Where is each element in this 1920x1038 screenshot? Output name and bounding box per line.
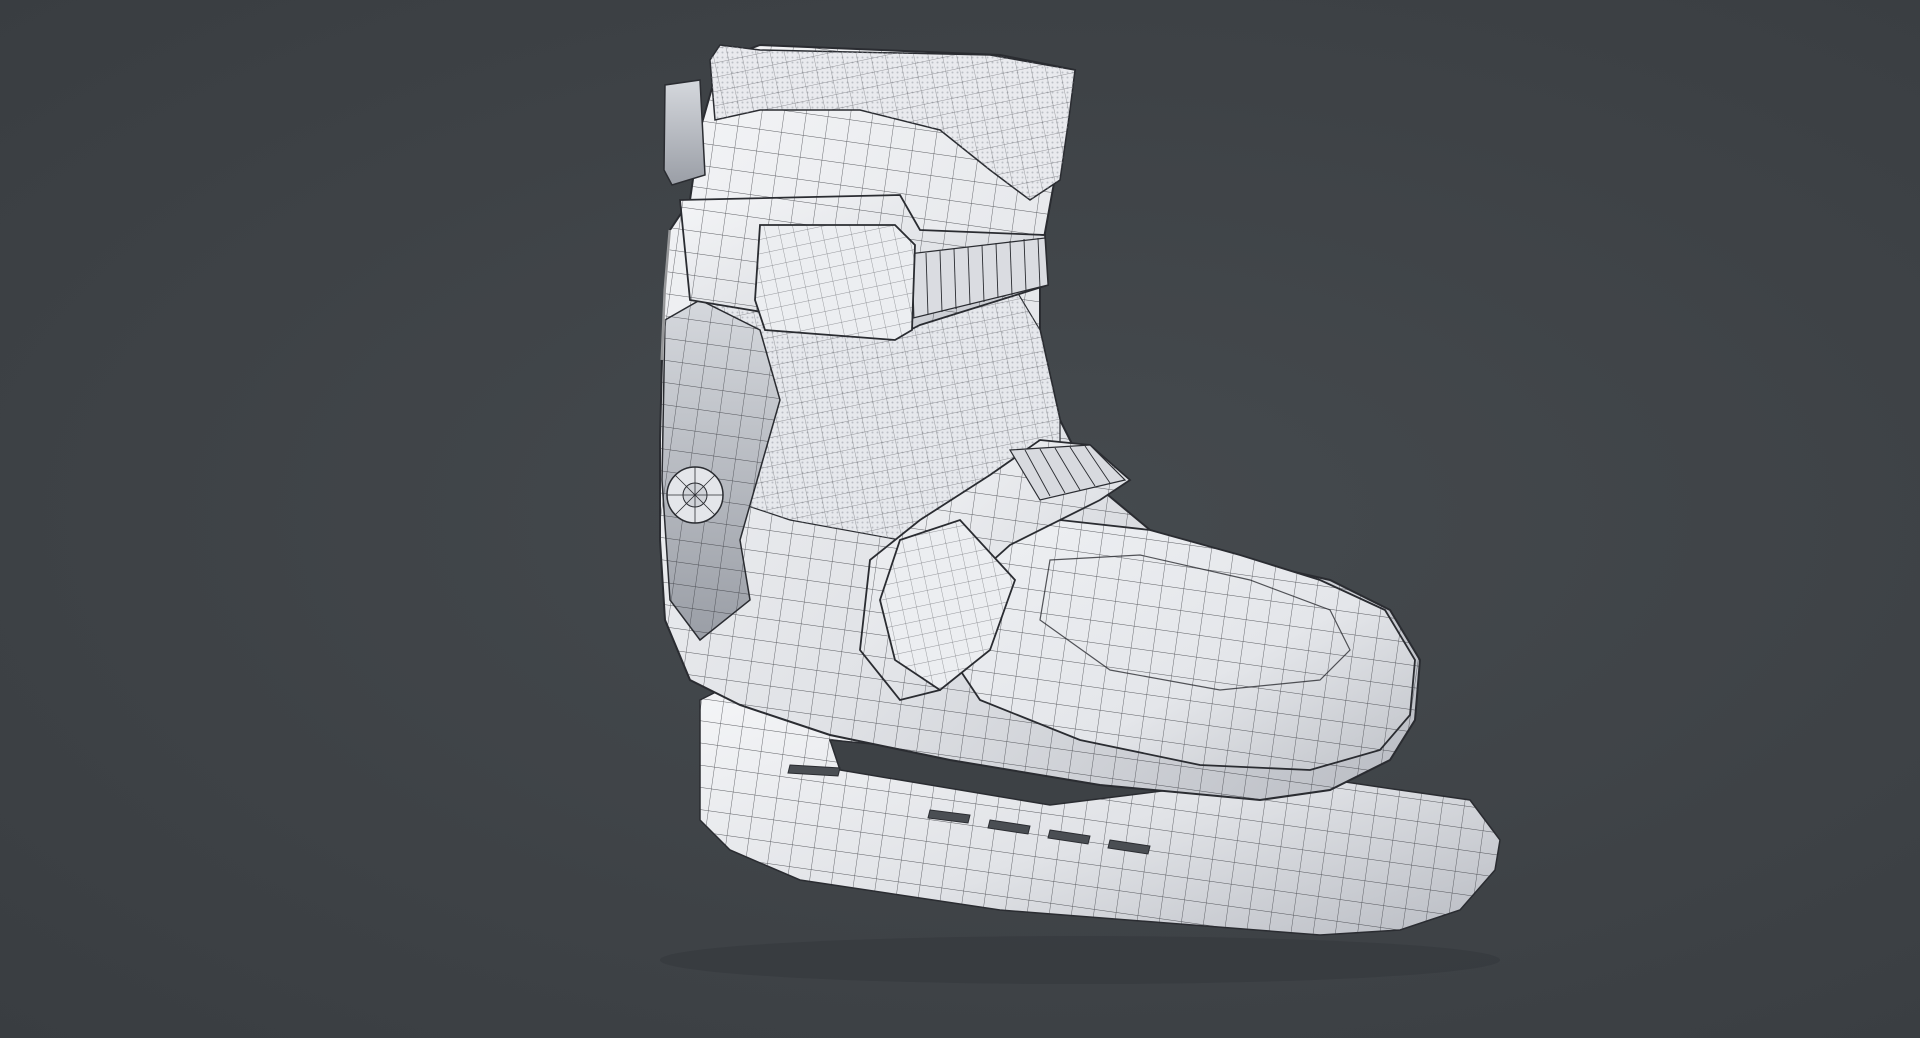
ice-skate-model	[659, 43, 1501, 984]
3d-viewport[interactable]	[0, 0, 1920, 1038]
pull-tab	[663, 79, 706, 186]
ground-shadow	[660, 936, 1500, 984]
pivot-rivet	[666, 466, 724, 524]
